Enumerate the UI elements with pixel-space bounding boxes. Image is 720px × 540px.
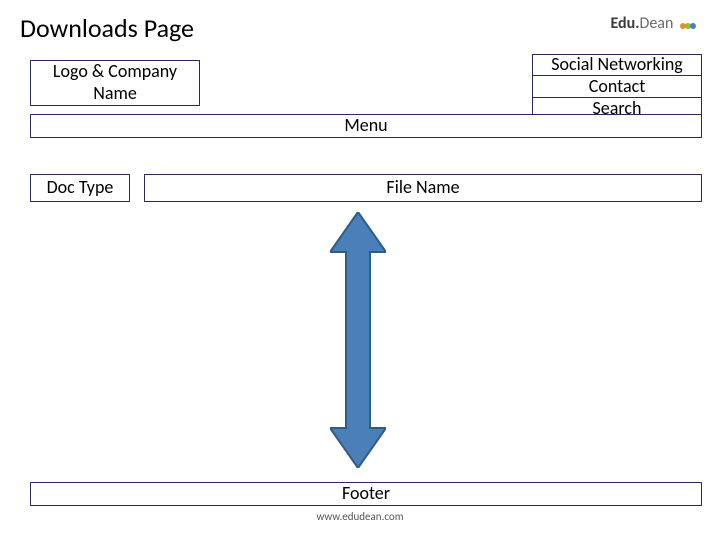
page-title: Downloads Page: [20, 12, 194, 44]
menu-box: Menu: [30, 114, 702, 138]
brand-text-2: Dean: [640, 14, 674, 33]
footer-url: www.edudean.com: [0, 510, 720, 523]
file-name-box: File Name: [144, 174, 702, 202]
contact-box: Contact: [532, 76, 702, 98]
social-networking-box: Social Networking: [532, 54, 702, 76]
footer-box: Footer: [30, 482, 702, 506]
doc-type-box: Doc Type: [30, 174, 130, 202]
double-arrow-icon: [330, 212, 386, 468]
brand-logo: Edu.Dean: [610, 14, 696, 34]
logo-company-box: Logo & Company Name: [30, 60, 200, 106]
brand-dots-icon: [681, 15, 696, 34]
brand-text-1: Edu.: [610, 14, 639, 33]
